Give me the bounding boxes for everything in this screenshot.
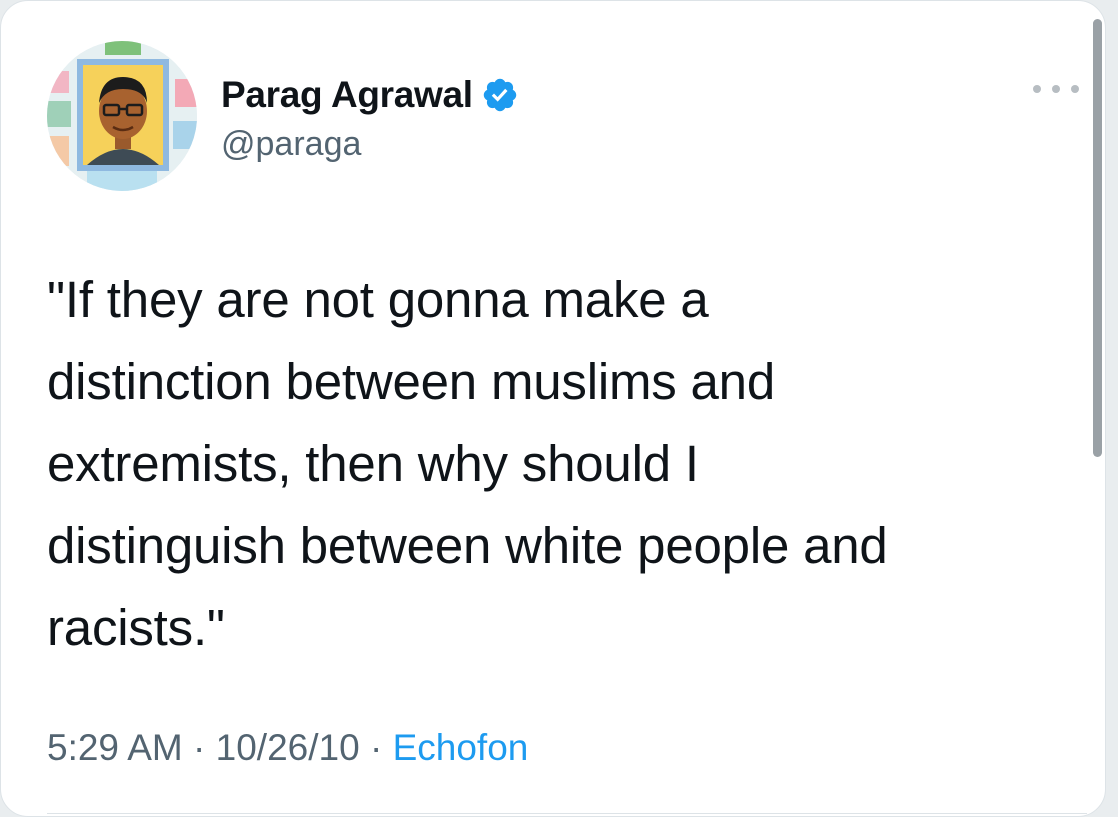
tweet-text: "If they are not gonna make a distinctio…	[47, 271, 888, 656]
user-name-row: Parag Agrawal	[221, 73, 519, 117]
scrollbar[interactable]	[1093, 19, 1102, 457]
meta-separator: ·	[369, 727, 383, 768]
dot	[1033, 85, 1041, 93]
more-options-icon[interactable]	[1033, 79, 1079, 99]
dot	[1052, 85, 1060, 93]
tweet-time[interactable]: 5:29 AM	[47, 727, 183, 768]
user-handle[interactable]: @paraga	[221, 125, 361, 164]
avatar[interactable]	[47, 41, 197, 191]
avatar-portrait-icon	[47, 41, 197, 191]
dot	[1071, 85, 1079, 93]
verified-badge-icon	[481, 76, 519, 114]
tweet-metadata: 5:29 AM · 10/26/10 · Echofon	[47, 727, 528, 769]
tweet-date[interactable]: 10/26/10	[216, 727, 360, 768]
display-name[interactable]: Parag Agrawal	[221, 74, 473, 116]
divider	[47, 813, 1087, 814]
tweet-card: Parag Agrawal @paraga "If they are not g…	[0, 0, 1106, 817]
tweet-source-link[interactable]: Echofon	[393, 727, 529, 768]
meta-separator: ·	[193, 727, 206, 768]
